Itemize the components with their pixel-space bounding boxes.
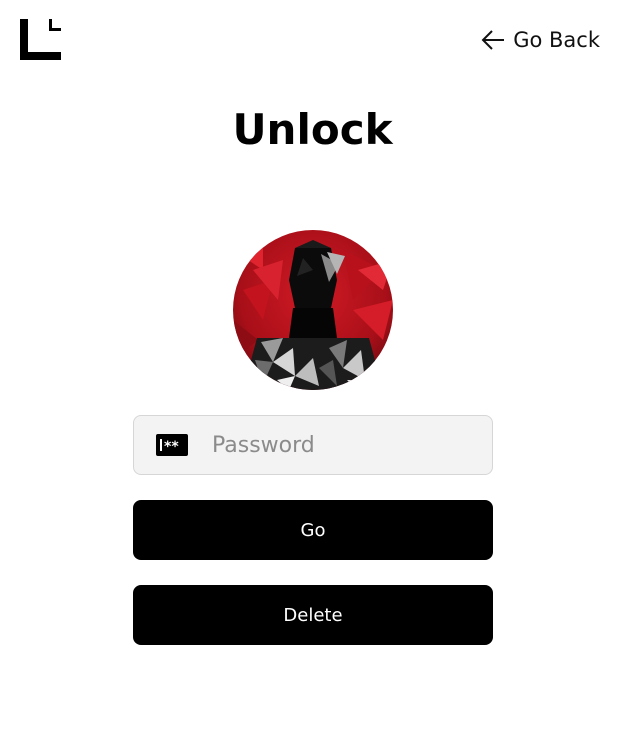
password-input[interactable] [212, 432, 462, 458]
avatar [233, 230, 393, 390]
logo-icon [20, 19, 61, 60]
go-back-label: Go Back [513, 28, 600, 52]
svg-text:**: ** [164, 439, 179, 455]
page-title: Unlock [232, 105, 393, 154]
password-key-icon: ** [156, 434, 188, 456]
password-field[interactable]: ** [133, 415, 493, 475]
go-button[interactable]: Go [133, 500, 493, 560]
delete-button[interactable]: Delete [133, 585, 493, 645]
go-back-link[interactable]: Go Back [481, 27, 600, 53]
arrow-left-icon [481, 30, 505, 50]
unlock-page: Go Back Unlock ** Go Delete [0, 0, 625, 750]
